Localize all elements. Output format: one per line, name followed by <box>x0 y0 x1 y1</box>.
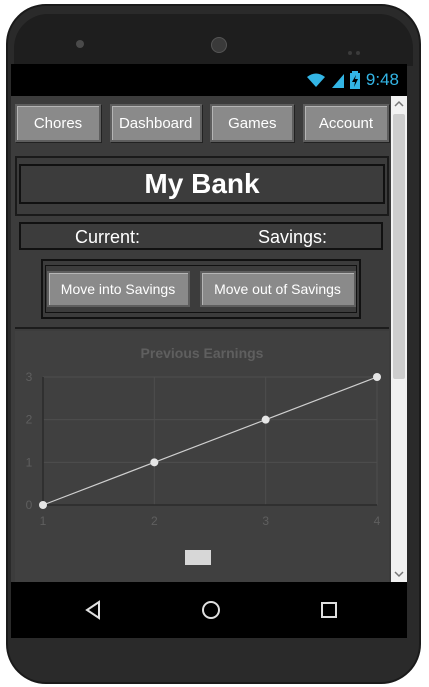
current-balance-label: Current: <box>75 227 141 247</box>
sensor-icon <box>348 42 370 55</box>
savings-balance-label: Savings: <box>258 227 328 247</box>
divider <box>15 327 389 329</box>
scrollbar[interactable] <box>391 96 407 582</box>
chart-legend-swatch <box>185 550 211 565</box>
tab-dashboard[interactable]: Dashboard <box>109 104 202 142</box>
earnings-chart: Previous Earnings 12340123 <box>15 331 389 582</box>
move-out-of-savings-button[interactable]: Move out of Savings <box>199 271 356 307</box>
app-content[interactable]: Chores Dashboard Games Account My Bank C… <box>11 96 407 582</box>
home-icon[interactable] <box>199 598 223 622</box>
battery-charging-icon <box>349 71 360 89</box>
tab-chores[interactable]: Chores <box>15 104 101 142</box>
x-tick-label: 2 <box>151 514 158 528</box>
move-into-savings-button[interactable]: Move into Savings <box>46 271 190 307</box>
series-line <box>42 376 378 506</box>
speaker-icon <box>76 40 84 48</box>
system-navigation-bar <box>11 582 407 638</box>
device-screen: 9:48 Chores Dashboard Games Account My B… <box>11 64 407 638</box>
y-tick-label: 0 <box>26 498 33 512</box>
data-point <box>39 501 47 509</box>
y-tick-label: 1 <box>26 455 33 469</box>
wifi-icon <box>306 73 325 87</box>
status-time: 9:48 <box>365 70 399 89</box>
page-title: My Bank <box>19 164 385 204</box>
scroll-up-icon[interactable] <box>391 96 407 112</box>
tab-account[interactable]: Account <box>302 104 389 142</box>
cell-signal-icon <box>331 74 344 88</box>
x-tick-label: 1 <box>40 514 47 528</box>
data-point <box>373 373 381 381</box>
scrollbar-thumb[interactable] <box>393 114 405 379</box>
y-tick-label: 3 <box>26 370 33 384</box>
balance-row: Current: Savings: <box>19 222 383 250</box>
title-container: My Bank <box>15 156 389 216</box>
transfer-actions-inner: Move into Savings Move out of Savings <box>45 265 357 313</box>
scroll-down-icon[interactable] <box>391 566 407 582</box>
transfer-actions: Move into Savings Move out of Savings <box>41 259 361 319</box>
data-point <box>150 458 159 467</box>
tab-bar: Chores Dashboard Games Account <box>15 104 389 144</box>
tab-games[interactable]: Games <box>210 104 295 142</box>
status-bar: 9:48 <box>11 64 407 96</box>
back-icon[interactable] <box>81 598 105 622</box>
x-tick-label: 4 <box>374 514 381 528</box>
x-tick-label: 3 <box>262 514 269 528</box>
front-camera-icon <box>211 37 227 53</box>
recents-icon[interactable] <box>317 598 341 622</box>
chart-plot: 1 2 3 40123 <box>26 370 381 528</box>
data-point <box>261 415 270 424</box>
y-tick-label: 2 <box>26 413 33 427</box>
